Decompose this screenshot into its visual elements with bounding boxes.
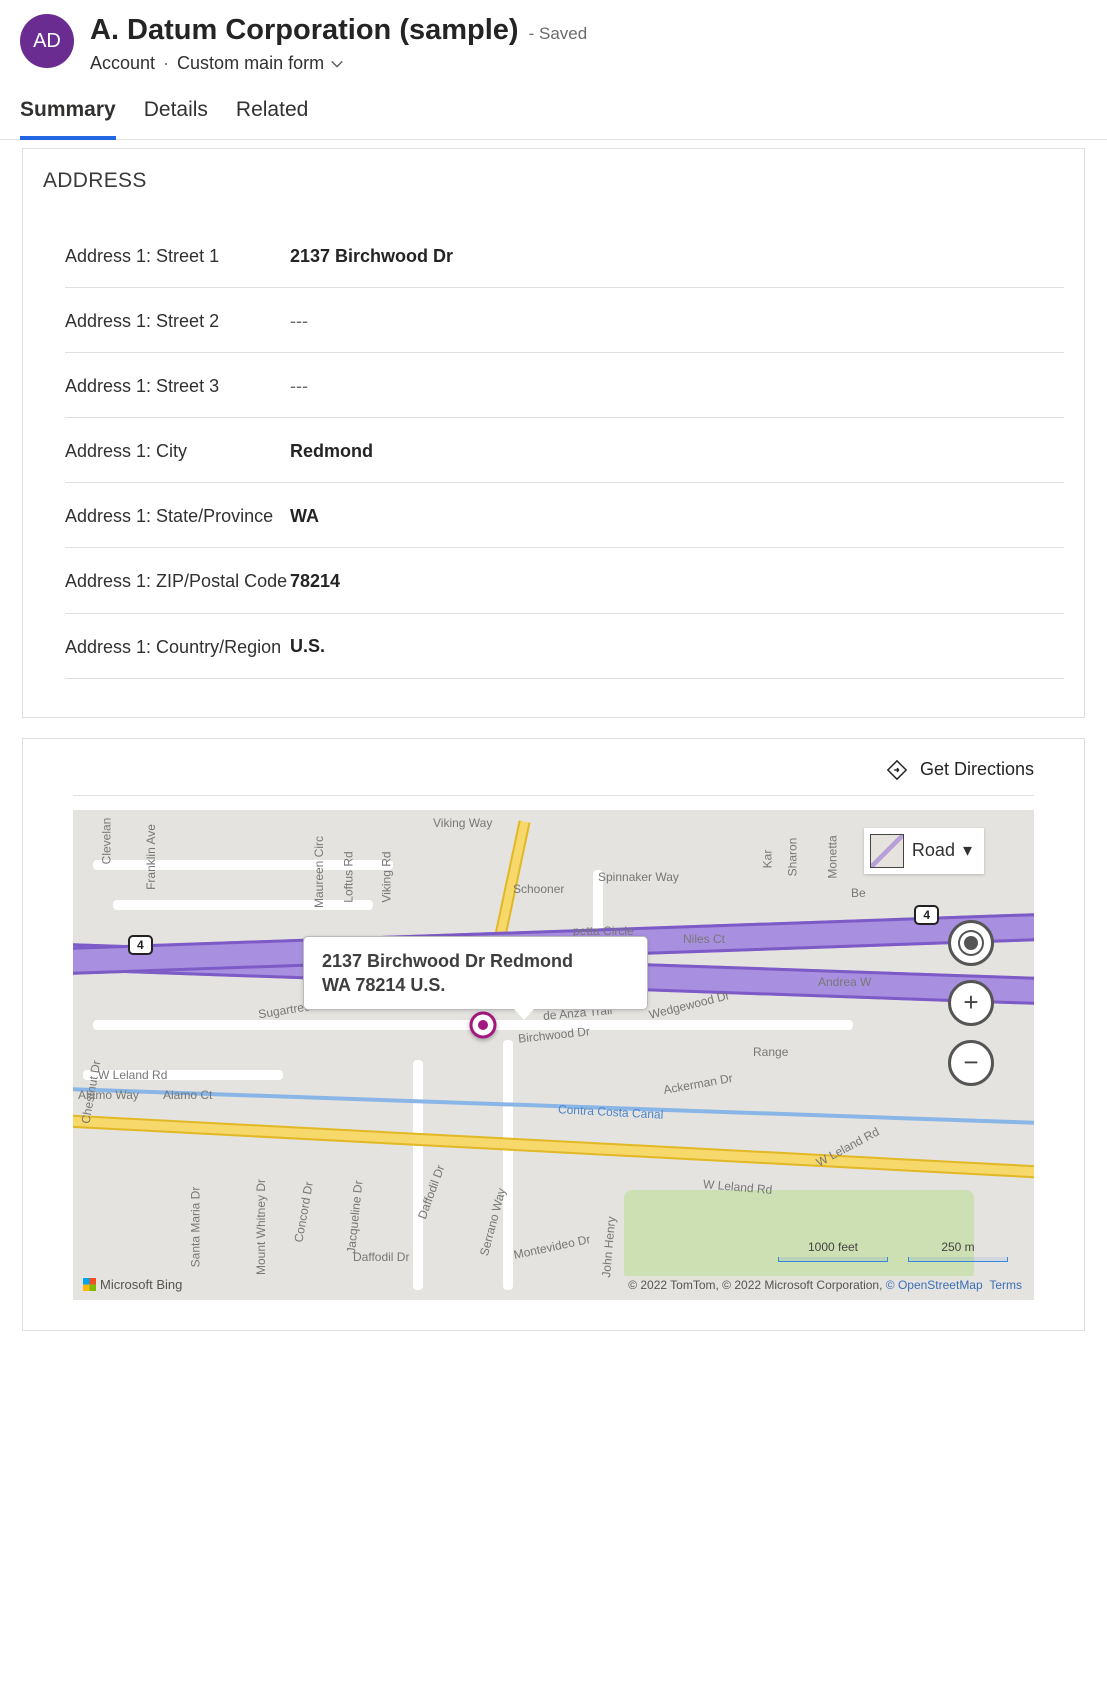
form-selector-label: Custom main form — [177, 53, 324, 74]
tab-related[interactable]: Related — [236, 98, 308, 140]
field-value: 2137 Birchwood Dr — [290, 246, 453, 267]
field-label: Address 1: Street 1 — [65, 243, 290, 269]
saved-status: - Saved — [529, 24, 588, 44]
map-pin-icon[interactable] — [468, 1010, 498, 1040]
field-label: Address 1: ZIP/Postal Code — [65, 568, 290, 594]
field-street2[interactable]: Address 1: Street 2 --- — [65, 288, 1064, 353]
route-shield: 4 — [128, 935, 153, 955]
field-label: Address 1: City — [65, 438, 290, 464]
zoom-out-button[interactable]: − — [948, 1040, 994, 1086]
separator: · — [163, 53, 169, 74]
bing-brand: Microsoft Bing — [83, 1277, 182, 1292]
field-value: Redmond — [290, 441, 373, 462]
field-value: 78214 — [290, 571, 340, 592]
map-canvas[interactable]: 4 4 Viking Way Schooner Spinnaker Way Cl… — [73, 810, 1034, 1300]
map-section: Get Directions 4 4 Viking Way Schooner S… — [22, 738, 1085, 1331]
avatar: AD — [20, 14, 74, 68]
chevron-down-icon — [330, 57, 344, 71]
minus-icon: − — [963, 1047, 978, 1078]
scale-bar: 1000 feet 250 m — [778, 1240, 1008, 1262]
caret-down-icon: ▾ — [963, 840, 972, 861]
field-value: --- — [290, 311, 308, 332]
map-type-icon — [870, 834, 904, 868]
terms-link[interactable]: Terms — [989, 1278, 1022, 1292]
zoom-in-button[interactable]: + — [948, 980, 994, 1026]
field-country[interactable]: Address 1: Country/Region U.S. — [65, 614, 1064, 679]
osm-link[interactable]: © OpenStreetMap — [886, 1278, 983, 1292]
record-header: AD A. Datum Corporation (sample) - Saved… — [0, 0, 1107, 74]
field-label: Address 1: Street 3 — [65, 373, 290, 399]
route-shield: 4 — [914, 905, 939, 925]
locate-icon — [964, 936, 978, 950]
field-label: Address 1: State/Province — [65, 503, 290, 529]
get-directions-button[interactable]: Get Directions — [73, 759, 1034, 796]
field-zip[interactable]: Address 1: ZIP/Postal Code 78214 — [65, 548, 1064, 613]
field-value: U.S. — [290, 636, 325, 657]
field-state[interactable]: Address 1: State/Province WA — [65, 483, 1064, 548]
field-label: Address 1: Country/Region — [65, 634, 290, 660]
field-label: Address 1: Street 2 — [65, 308, 290, 334]
tab-summary[interactable]: Summary — [20, 98, 116, 140]
address-section: ADDRESS Address 1: Street 1 2137 Birchwo… — [22, 148, 1085, 718]
field-street3[interactable]: Address 1: Street 3 --- — [65, 353, 1064, 418]
tabs: Summary Details Related — [0, 74, 1107, 140]
section-title: ADDRESS — [43, 169, 1064, 193]
field-value: WA — [290, 506, 319, 527]
form-selector[interactable]: Custom main form — [177, 53, 344, 74]
callout-line2: WA 78214 U.S. — [322, 975, 445, 995]
map-attribution: © 2022 TomTom, © 2022 Microsoft Corporat… — [624, 1276, 1026, 1294]
tab-details[interactable]: Details — [144, 98, 208, 140]
record-title: A. Datum Corporation (sample) — [90, 14, 519, 47]
park-area — [624, 1190, 974, 1280]
callout-line1: 2137 Birchwood Dr Redmond — [322, 951, 573, 971]
microsoft-logo-icon — [83, 1278, 96, 1291]
map-type-selector[interactable]: Road ▾ — [864, 828, 984, 874]
map-callout[interactable]: 2137 Birchwood Dr Redmond WA 78214 U.S. — [303, 936, 648, 1011]
entity-name: Account — [90, 53, 155, 74]
field-street1[interactable]: Address 1: Street 1 2137 Birchwood Dr — [65, 223, 1064, 288]
directions-icon — [886, 759, 908, 781]
plus-icon: + — [963, 987, 978, 1018]
locate-me-button[interactable] — [948, 920, 994, 966]
get-directions-label: Get Directions — [920, 759, 1034, 780]
field-city[interactable]: Address 1: City Redmond — [65, 418, 1064, 483]
field-value: --- — [290, 376, 308, 397]
map-type-label: Road — [912, 840, 955, 861]
